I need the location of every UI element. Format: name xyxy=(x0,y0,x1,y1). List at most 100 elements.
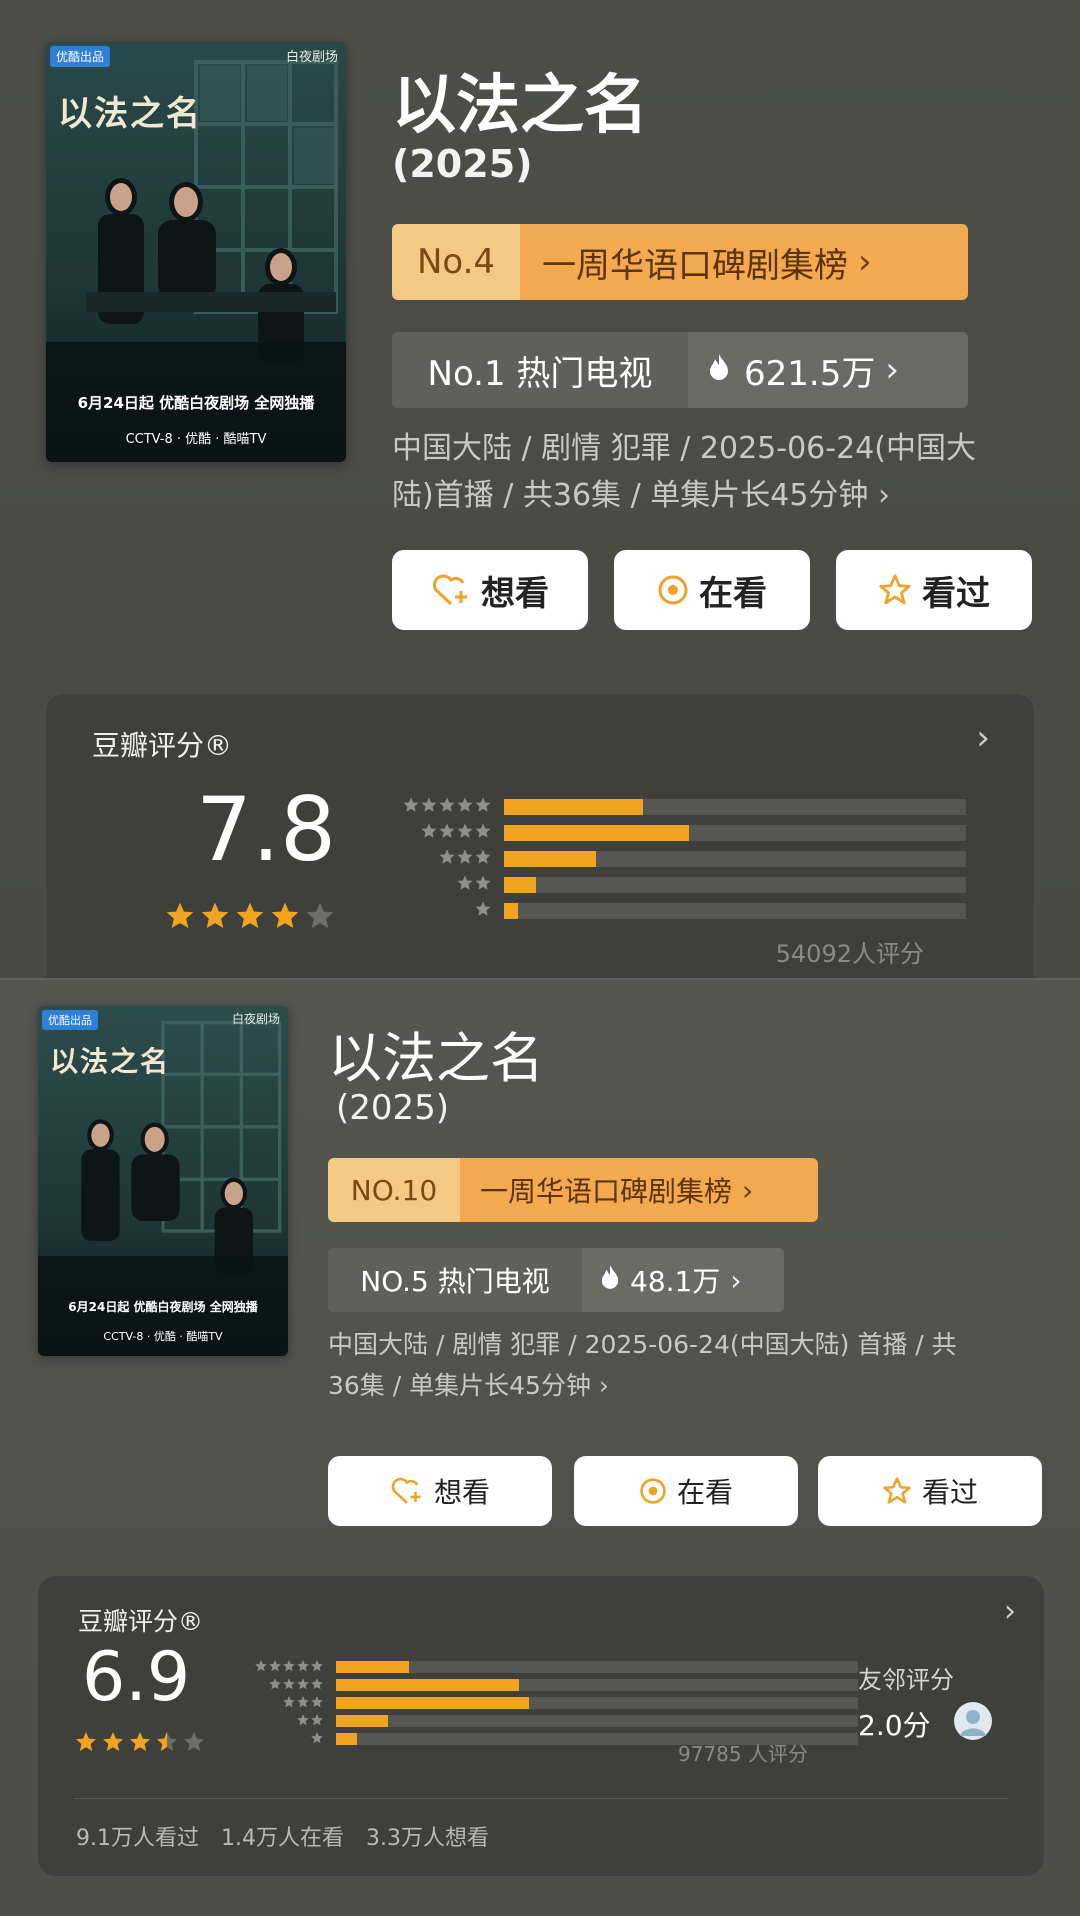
chevron-right-icon: › xyxy=(885,350,899,390)
meta-info[interactable]: 中国大陆 / 剧情 犯罪 / 2025-06-24(中国大 陆)首播 / 共36… xyxy=(392,426,1032,519)
distribution-track xyxy=(336,1679,858,1691)
star-icon xyxy=(234,900,266,936)
star-outline-icon xyxy=(882,1476,912,1506)
year: (2025) xyxy=(392,142,533,186)
rating-card[interactable]: 豆瓣评分® › 6.9 97785 人评分 友邻评分 2.0分 9.1万人看过 … xyxy=(38,1576,1044,1876)
row-star-icons xyxy=(234,1658,324,1677)
chevron-right-icon: › xyxy=(1004,1594,1016,1629)
watched-label: 看过 xyxy=(922,573,990,614)
watched-button[interactable]: 看过 xyxy=(836,550,1032,630)
watching-label: 在看 xyxy=(676,1476,733,1509)
hot-value: 621.5万 › xyxy=(688,332,968,408)
want-label: 想看 xyxy=(433,1476,490,1509)
distribution-track xyxy=(336,1715,858,1727)
chevron-right-icon: › xyxy=(730,1263,742,1297)
row-star-icons xyxy=(376,796,492,818)
rating-count: 54092人评分 xyxy=(775,940,924,968)
distribution-row xyxy=(234,1658,858,1676)
distribution-bar xyxy=(336,1661,410,1673)
rating-distribution xyxy=(376,794,966,924)
distribution-track xyxy=(504,799,966,815)
chevron-right-icon: › xyxy=(598,1371,609,1401)
want-button[interactable]: 想看 xyxy=(392,550,588,630)
watched-count[interactable]: 9.1万人看过 xyxy=(76,1820,199,1852)
distribution-bar xyxy=(336,1715,389,1727)
row-star-icons xyxy=(234,1712,324,1731)
rank-badge[interactable]: No.4 一周华语口碑剧集榜 › xyxy=(392,224,968,300)
watched-button[interactable]: 看过 xyxy=(818,1456,1042,1526)
row-star-icons xyxy=(376,822,492,844)
watching-button[interactable]: 在看 xyxy=(614,550,810,630)
watch-stats: 9.1万人看过 1.4万人在看 3.3万人想看 xyxy=(76,1820,489,1852)
watching-count[interactable]: 1.4万人在看 xyxy=(221,1820,344,1852)
rank-list-name: 一周华语口碑剧集榜 › xyxy=(460,1158,818,1222)
row-star-icons xyxy=(376,874,492,896)
chevron-right-icon: › xyxy=(742,1173,754,1207)
rating-score: 6.9 xyxy=(82,1638,191,1717)
distribution-bar xyxy=(336,1697,530,1709)
star-outline-icon xyxy=(878,573,912,607)
distribution-row xyxy=(234,1694,858,1712)
poster-image[interactable]: 优酷出品 白夜剧场 以法之名 6月24日起 优酷白夜剧场 全网独播 CCTV-8… xyxy=(38,1006,288,1356)
watched-label: 看过 xyxy=(921,1476,978,1509)
rating-label: 豆瓣评分® xyxy=(78,1607,204,1636)
page-title: 以法之名 xyxy=(392,69,648,143)
want-count[interactable]: 3.3万人想看 xyxy=(366,1820,489,1852)
want-button[interactable]: 想看 xyxy=(328,1456,552,1526)
watching-button[interactable]: 在看 xyxy=(574,1456,798,1526)
distribution-row xyxy=(376,794,966,820)
star-icon xyxy=(199,900,231,936)
target-icon xyxy=(657,574,689,606)
poster-tagline: 6月24日起 优酷白夜剧场 全网独播 xyxy=(77,394,315,412)
meta-line-2: 36集 / 单集片长45分钟 › xyxy=(328,1365,1048,1406)
distribution-track xyxy=(336,1661,858,1673)
want-label: 想看 xyxy=(481,573,549,614)
hot-rank: No.1 热门电视 xyxy=(392,332,688,408)
distribution-row xyxy=(376,846,966,872)
star-icon xyxy=(74,1730,98,1758)
distribution-track xyxy=(504,903,966,919)
distribution-track xyxy=(504,825,966,841)
poster-image[interactable]: 优酷出品 白夜剧场 以法之名 6月24日起 优酷白夜剧场 全网独播 CCTV-8… xyxy=(46,42,346,462)
distribution-bar xyxy=(336,1733,357,1745)
rank-number: NO.10 xyxy=(328,1158,460,1222)
chevron-right-icon: › xyxy=(976,718,990,758)
rank-badge[interactable]: NO.10 一周华语口碑剧集榜 › xyxy=(328,1158,818,1222)
panel-bottom: 优酷出品 白夜剧场 以法之名 6月24日起 优酷白夜剧场 全网独播 CCTV-8… xyxy=(0,980,1080,1916)
distribution-bar xyxy=(504,799,643,815)
distribution-track xyxy=(504,851,966,867)
rating-card[interactable]: 豆瓣评分® › 7.8 54092人评分 xyxy=(46,694,1034,980)
meta-line-2-text: 陆)首播 / 共36集 / 单集片长45分钟 xyxy=(392,477,869,513)
poster-title-art: 以法之名 xyxy=(58,94,202,134)
card-divider xyxy=(74,1798,1008,1799)
target-icon xyxy=(639,1477,667,1505)
rating-count: 97785 人评分 xyxy=(678,1742,808,1766)
distribution-row xyxy=(234,1712,858,1730)
poster-logo: 白夜剧场 xyxy=(231,1012,280,1026)
page-title: 以法之名 xyxy=(328,1027,544,1090)
rating-distribution xyxy=(234,1658,858,1748)
star-icon xyxy=(101,1730,125,1758)
distribution-track xyxy=(336,1697,858,1709)
heart-plus-icon xyxy=(431,573,471,607)
distribution-bar xyxy=(504,903,518,919)
row-star-icons xyxy=(376,900,492,922)
hot-badge[interactable]: NO.5 热门电视 48.1万 › xyxy=(328,1248,784,1312)
star-icon xyxy=(155,1730,179,1758)
avatar[interactable] xyxy=(954,1702,992,1740)
hot-rank: NO.5 热门电视 xyxy=(328,1248,582,1312)
star-icon xyxy=(269,900,301,936)
year: (2025) xyxy=(336,1088,450,1128)
fire-icon xyxy=(708,350,730,390)
friend-rating-score: 2.0分 xyxy=(858,1709,931,1742)
rating-label: 豆瓣评分® xyxy=(92,729,233,762)
distribution-row xyxy=(376,872,966,898)
meta-info[interactable]: 中国大陆 / 剧情 犯罪 / 2025-06-24(中国大陆) 首播 / 共 3… xyxy=(328,1324,1048,1407)
distribution-track xyxy=(504,877,966,893)
poster-platforms: CCTV-8 · 优酷 · 酷喵TV xyxy=(125,432,267,447)
meta-line-1: 中国大陆 / 剧情 犯罪 / 2025-06-24(中国大陆) 首播 / 共 xyxy=(328,1330,957,1359)
hot-value: 48.1万 › xyxy=(582,1248,784,1312)
poster-tagline: 6月24日起 优酷白夜剧场 全网独播 xyxy=(68,1300,258,1314)
friend-rating-label: 友邻评分 xyxy=(858,1666,954,1694)
hot-badge[interactable]: No.1 热门电视 621.5万 › xyxy=(392,332,968,408)
